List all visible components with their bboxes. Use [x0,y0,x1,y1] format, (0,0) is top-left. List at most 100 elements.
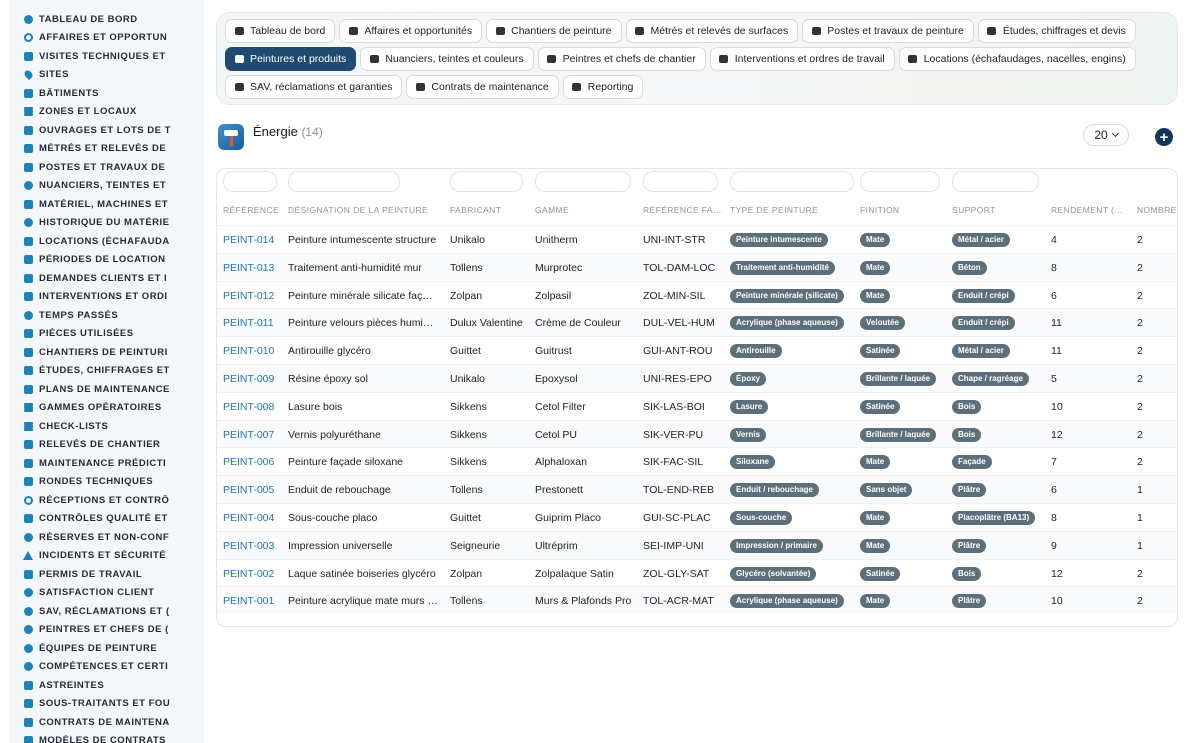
sidebar-item[interactable]: SOUS-TRAITANTS ET FOU [10,695,204,714]
sidebar-item[interactable]: COMPÉTENCES ET CERTI [10,658,204,677]
sidebar-item[interactable]: HISTORIQUE DU MATÉRIE [10,214,204,233]
sidebar-item[interactable]: RONDES TECHNIQUES [10,473,204,492]
table-row[interactable]: PEINT-013 Traitement anti-humidité mur Tol… [217,252,1177,281]
tab[interactable]: Reporting [562,75,644,99]
sidebar-item[interactable]: ZONES ET LOCAUX [10,103,204,122]
column-header[interactable]: RÉFÉRENCE FA… [643,205,722,215]
sidebar-item[interactable]: INTERVENTIONS ET ORDI [10,288,204,307]
column-filter-input[interactable] [730,171,854,192]
sidebar-item[interactable]: MÉTRÉS ET RELEVÉS DE [10,140,204,159]
reference-link[interactable]: PEINT-010 [223,345,274,357]
table-row[interactable]: PEINT-004 Sous-couche placo Guittet Guiprim… [217,502,1177,531]
table-row[interactable]: PEINT-007 Vernis polyuréthane Sikkens Cetol… [217,419,1177,448]
tab[interactable]: Interventions et ordres de travail [709,47,895,71]
per-page-select[interactable]: 20 [1083,124,1129,146]
reference-link[interactable]: PEINT-002 [223,568,274,580]
sidebar-item[interactable]: VISITES TECHNIQUES ET [10,47,204,66]
tab[interactable]: Locations (échafaudages, nacelles, engin… [898,47,1136,71]
sidebar-item[interactable]: GAMMES OPÉRATOIRES [10,399,204,418]
table-row[interactable]: PEINT-008 Lasure bois Sikkens Cetol Filter S… [217,391,1177,420]
sidebar-item[interactable]: PERMIS DE TRAVAIL [10,565,204,584]
sidebar-item[interactable]: TEMPS PASSÉS [10,306,204,325]
table-row[interactable]: PEINT-005 Enduit de rebouchage Tollens Pres… [217,475,1177,503]
sidebar-item[interactable]: CHANTIERS DE PEINTURI [10,343,204,362]
tab[interactable]: Tableau de bord [225,19,336,43]
column-filter-input[interactable] [288,171,400,192]
sidebar-item[interactable]: BÂTIMENTS [10,84,204,103]
sidebar-item[interactable]: CHECK-LISTS [10,417,204,436]
tab[interactable]: Métrés et relevés de surfaces [625,19,799,43]
tab[interactable]: Peintres et chefs de chantier [537,47,706,71]
reference-link[interactable]: PEINT-009 [223,373,274,385]
sidebar-item[interactable]: SATISFACTION CLIENT [10,584,204,603]
table-row[interactable]: PEINT-003 Impression universelle Seigneuri… [217,530,1177,559]
sidebar-item[interactable]: ÉQUIPES DE PEINTURE [10,639,204,658]
column-header[interactable]: GAMME [535,205,569,215]
reference-link[interactable]: PEINT-011 [223,317,274,329]
sidebar-item[interactable]: MATÉRIEL, MACHINES ET [10,195,204,214]
column-filter-input[interactable] [450,171,523,192]
column-header[interactable]: FABRICANT [450,205,501,215]
sidebar-item[interactable]: RELEVÉS DE CHANTIER [10,436,204,455]
reference-link[interactable]: PEINT-005 [223,484,274,496]
tab[interactable]: Postes et travaux de peinture [802,19,974,43]
column-filter-input[interactable] [860,171,940,192]
column-header[interactable]: NOMBRE [1137,205,1177,215]
sidebar-item[interactable]: POSTES ET TRAVAUX DE [10,158,204,177]
sidebar-item[interactable]: CONTRÔLES QUALITÉ ET [10,510,204,529]
table-row[interactable]: PEINT-002 Laque satinée boiseries glycéro… [217,558,1177,587]
tab[interactable]: Études, chiffrages et devis [977,19,1136,43]
sidebar-item[interactable]: CONTRATS DE MAINTENA [10,713,204,732]
tab[interactable]: SAV, réclamations et garanties [225,75,403,99]
sidebar-item[interactable]: RÉCEPTIONS ET CONTRÔ [10,491,204,510]
column-header[interactable]: RENDEMENT (… [1051,205,1123,215]
sidebar-item[interactable]: DEMANDES CLIENTS ET I [10,269,204,288]
table-row[interactable]: PEINT-011 Peinture velours pièces humi… Du… [217,308,1177,337]
sidebar-item[interactable]: SAV, RÉCLAMATIONS ET ( [10,602,204,621]
sidebar-item[interactable]: NUANCIERS, TEINTES ET [10,177,204,196]
column-filter-input[interactable] [643,171,718,192]
sidebar-item[interactable]: PÉRIODES DE LOCATION [10,251,204,270]
tab[interactable]: Affaires et opportunités [339,19,483,43]
sidebar-item[interactable]: LOCATIONS (ÉCHAFAUDA [10,232,204,251]
column-filter-input[interactable] [535,171,631,192]
column-header[interactable]: SUPPORT [952,205,996,215]
sidebar-item[interactable]: ASTREINTES [10,676,204,695]
tab[interactable]: Chantiers de peinture [486,19,622,43]
reference-link[interactable]: PEINT-014 [223,234,274,246]
table-row[interactable]: PEINT-014 Peinture intumescente structure… [217,225,1177,253]
table-row[interactable]: PEINT-001 Peinture acrylique mate murs … T… [217,586,1177,615]
reference-link[interactable]: PEINT-001 [223,595,274,607]
sidebar-item[interactable]: OUVRAGES ET LOTS DE T [10,121,204,140]
add-record-button[interactable]: + [1155,128,1173,146]
sidebar-item[interactable]: ÉTUDES, CHIFFRAGES ET [10,362,204,381]
reference-link[interactable]: PEINT-007 [223,429,274,441]
reference-link[interactable]: PEINT-013 [223,262,274,274]
column-header[interactable]: RÉFÉRENCE [223,205,279,215]
tab[interactable]: Contrats de maintenance [406,75,559,99]
tab[interactable]: Peintures et produits [225,47,357,71]
reference-link[interactable]: PEINT-004 [223,512,274,524]
sidebar-item[interactable]: MAINTENANCE PRÉDICTI [10,454,204,473]
reference-link[interactable]: PEINT-012 [223,290,274,302]
sidebar-item[interactable]: MODÈLES DE CONTRATS [10,732,204,743]
column-header[interactable]: FINITION [860,205,900,215]
sidebar-item[interactable]: TABLEAU DE BORD [10,10,204,29]
reference-link[interactable]: PEINT-003 [223,540,274,552]
sidebar-item[interactable]: AFFAIRES ET OPPORTUN [10,29,204,48]
table-row[interactable]: PEINT-009 Résine époxy sol Unikalo Epoxysol… [217,363,1177,392]
sidebar-item[interactable]: RÉSERVES ET NON-CONF [10,528,204,547]
sidebar-item[interactable]: INCIDENTS ET SÉCURITÉ [10,547,204,566]
reference-link[interactable]: PEINT-008 [223,401,274,413]
column-header[interactable]: TYPE DE PEINTURE [730,205,818,215]
sidebar-item[interactable]: SITES [10,66,204,85]
table-row[interactable]: PEINT-010 Antirouille glycéro Guittet Guitr… [217,336,1177,364]
column-filter-input[interactable] [223,171,277,192]
sidebar-item[interactable]: PIÈCES UTILISÉES [10,325,204,344]
column-header[interactable]: DÉSIGNATION DE LA PEINTURE [288,205,428,215]
sidebar-item[interactable]: PLANS DE MAINTENANCE [10,380,204,399]
reference-link[interactable]: PEINT-006 [223,456,274,468]
sidebar-item[interactable]: PEINTRES ET CHEFS DE ( [10,621,204,640]
table-row[interactable]: PEINT-012 Peinture minérale silicate faç…… [217,280,1177,309]
column-filter-input[interactable] [952,171,1039,192]
